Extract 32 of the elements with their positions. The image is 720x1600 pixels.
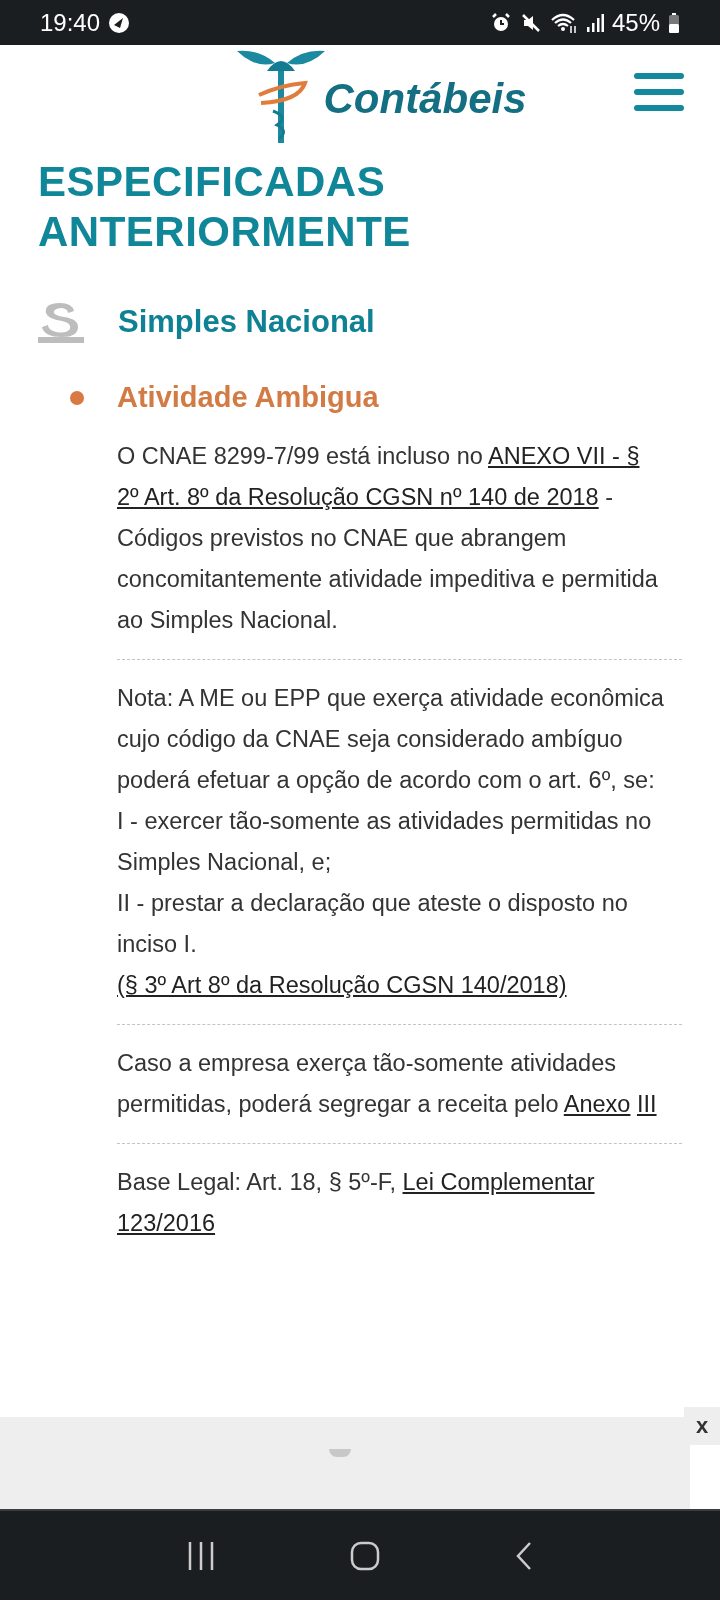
link[interactable]: ANEXO VII - § bbox=[488, 443, 640, 469]
paragraph: O CNAE 8299-7/99 está incluso no ANEXO VII - § 2º Art. 8º da Resolução CGSN nº 140 de 2018 - Códigos previstos no CNAE que abrangem concomitantemente atividade impeditiva e permitida ao Simples Nacional. bbox=[117, 442, 659, 635]
paragraph: II - prestar a declaração que ateste o disposto no inciso I. bbox=[117, 889, 629, 959]
home-icon[interactable] bbox=[350, 1540, 380, 1571]
notification-icon bbox=[108, 11, 131, 34]
wifi-icon bbox=[549, 11, 578, 34]
paragraph: Caso a empresa exerça tão-somente atividades permitidas, poderá segregar a receita pelo Anexo III bbox=[117, 1049, 658, 1119]
link[interactable]: Anexo bbox=[563, 1091, 631, 1117]
section-title: Simples Nacional bbox=[118, 304, 375, 340]
signal-icon bbox=[585, 11, 604, 34]
section-s-icon bbox=[38, 301, 84, 343]
link[interactable]: 123/2016 bbox=[117, 1210, 216, 1236]
handle-icon bbox=[329, 1449, 351, 1457]
link[interactable]: (§ 3º Art 8º da Resolução CGSN 140/2018) bbox=[117, 972, 567, 998]
logo-text[interactable]: Contábeis bbox=[323, 75, 527, 123]
bullet-icon bbox=[70, 390, 84, 405]
recent-apps-icon[interactable] bbox=[187, 1540, 216, 1571]
paragraph: Nota: A ME ou EPP que exerça atividade econômica cujo código da CNAE seja considerado ambíguo poderá efetuar a opção de acordo com o art. 6º, se: bbox=[117, 684, 665, 795]
item-title: Atividade Ambigua bbox=[117, 381, 379, 414]
status-time: 19:40 bbox=[40, 8, 101, 37]
link[interactable]: III bbox=[636, 1091, 657, 1117]
back-icon[interactable] bbox=[514, 1540, 533, 1571]
link[interactable]: Lei Complementar bbox=[402, 1169, 595, 1195]
link[interactable]: 2º Art. 8º da Resolução CGSN nº 140 de 2018 bbox=[117, 484, 599, 510]
menu-icon[interactable] bbox=[634, 73, 684, 111]
mute-icon bbox=[519, 11, 542, 34]
battery-percentage: 45% bbox=[611, 8, 660, 37]
paragraph: Base Legal: Art. 18, § 5º-F, Lei Complementar 123/2016 bbox=[117, 1168, 596, 1238]
battery-icon bbox=[668, 11, 680, 34]
paragraph: I - exercer tão-somente as atividades permitidas no Simples Nacional, e; bbox=[117, 807, 653, 877]
close-button[interactable]: x bbox=[684, 1407, 720, 1445]
page-heading: ESPECIFICADAS ANTERIORMENTE bbox=[38, 157, 412, 257]
